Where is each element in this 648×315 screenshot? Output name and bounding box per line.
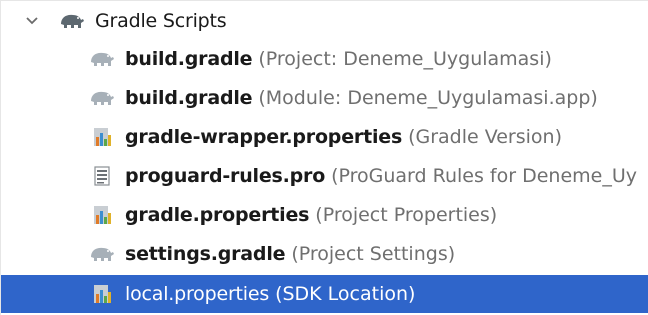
file-name: gradle-wrapper.properties [125, 126, 403, 148]
file-hint: (Project: Deneme_Uygulamasi) [258, 48, 552, 70]
tree-node-gradle-scripts[interactable]: Gradle Scripts [1, 3, 648, 39]
properties-file-icon [89, 204, 115, 226]
tree-item-build-gradle-module[interactable]: build.gradle (Module: Deneme_Uygulamasi.… [1, 80, 648, 116]
file-name: build.gradle [125, 48, 253, 70]
text-file-icon [89, 165, 115, 187]
chevron-down-icon[interactable] [23, 12, 41, 30]
project-tree: Gradle Scripts build.gradle (Project: De… [0, 0, 648, 315]
tree-item-build-gradle-project[interactable]: build.gradle (Project: Deneme_Uygulamasi… [1, 41, 648, 77]
tree-item-gradle-properties[interactable]: gradle.properties (Project Properties) [1, 197, 648, 233]
file-name: build.gradle [125, 87, 253, 109]
tree-item-local-properties[interactable]: local.properties (SDK Location) [1, 275, 648, 313]
gradle-elephant-icon [89, 48, 115, 70]
gradle-elephant-icon [59, 10, 85, 32]
file-name: settings.gradle [125, 243, 286, 265]
gradle-elephant-icon [89, 87, 115, 109]
tree-item-settings-gradle[interactable]: settings.gradle (Project Settings) [1, 236, 648, 272]
file-name: gradle.properties [125, 204, 310, 226]
file-hint: (ProGuard Rules for Deneme_Uy [331, 165, 637, 187]
properties-file-icon [89, 126, 115, 148]
file-hint: (Project Settings) [291, 243, 456, 265]
tree-node-label: Gradle Scripts [95, 10, 227, 32]
file-name: proguard-rules.pro [125, 165, 326, 187]
properties-file-icon [89, 283, 115, 305]
gradle-elephant-icon [89, 243, 115, 265]
tree-item-gradle-wrapper-properties[interactable]: gradle-wrapper.properties (Gradle Versio… [1, 119, 648, 155]
tree-item-proguard-rules[interactable]: proguard-rules.pro (ProGuard Rules for D… [1, 158, 648, 194]
file-hint: (SDK Location) [275, 283, 416, 305]
file-hint: (Module: Deneme_Uygulamasi.app) [258, 87, 598, 109]
file-name: local.properties [125, 283, 270, 305]
file-hint: (Gradle Version) [408, 126, 563, 148]
file-hint: (Project Properties) [315, 204, 498, 226]
